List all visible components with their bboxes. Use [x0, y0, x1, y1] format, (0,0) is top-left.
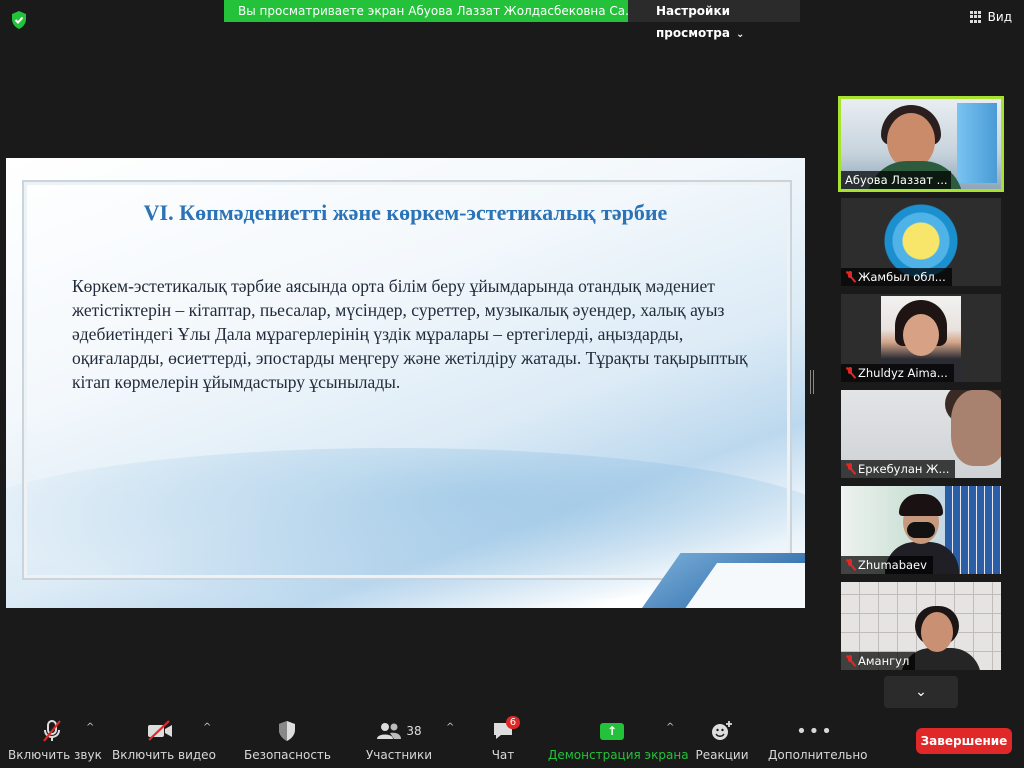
- security-label: Безопасность: [244, 748, 331, 762]
- view-options-button[interactable]: Настройки просмотра ⌄: [628, 0, 800, 40]
- participant-tile[interactable]: Еркебулан Ж...: [841, 390, 1001, 478]
- chat-unread-badge: 6: [505, 716, 521, 729]
- participant-name: Еркебулан Ж...: [858, 462, 950, 476]
- audio-options-caret-icon[interactable]: ^: [86, 722, 94, 733]
- chevron-down-icon: ⌄: [915, 684, 927, 700]
- slide-body-text: Көркем-эстетикалық тәрбие аясында орта б…: [72, 276, 748, 392]
- microphone-muted-icon: [43, 720, 61, 742]
- participant-name: Амангул: [858, 654, 910, 668]
- mic-muted-icon: [845, 655, 855, 667]
- start-video-label: Включить видео: [112, 748, 216, 762]
- mic-muted-icon: [845, 463, 855, 475]
- shared-screen: VI. Көпмәдениетті және көркем-эстетикалы…: [6, 158, 805, 608]
- gallery-scroll-down-button[interactable]: ⌄: [884, 676, 958, 708]
- chevron-down-icon: ⌄: [735, 29, 745, 40]
- smiley-add-icon: [712, 721, 732, 740]
- reactions-button[interactable]: Реакции: [694, 718, 750, 768]
- more-label: Дополнительно: [768, 748, 868, 762]
- participant-tile[interactable]: Zhumabaev: [841, 486, 1001, 574]
- camera-off-icon: [148, 720, 172, 741]
- grid-icon: [969, 11, 982, 23]
- shield-icon: [279, 721, 295, 741]
- start-video-button[interactable]: Включить видео: [112, 718, 216, 768]
- resize-handle[interactable]: [810, 370, 814, 394]
- participant-tile[interactable]: Амангул: [841, 582, 1001, 670]
- participants-label: Участники: [365, 748, 433, 762]
- slide-title: VI. Көпмәдениетті және көркем-эстетикалы…: [143, 200, 668, 225]
- participants-count: 38: [406, 724, 422, 738]
- viewing-screen-banner: Вы просматриваете экран Абуова Лаззат Жо…: [224, 0, 628, 22]
- shield-check-icon[interactable]: [10, 10, 28, 30]
- more-button[interactable]: ••• Дополнительно: [768, 718, 868, 768]
- share-screen-label: Демонстрация экрана: [548, 748, 689, 762]
- participant-tile-active-speaker[interactable]: Абуова Лаззат ...: [838, 96, 1004, 192]
- chat-button[interactable]: 6 Чат: [480, 716, 526, 768]
- end-meeting-button[interactable]: Завершение: [916, 728, 1012, 754]
- reactions-label: Реакции: [695, 748, 749, 762]
- share-screen-icon: ↑: [600, 722, 624, 740]
- participants-icon: [377, 723, 402, 739]
- participants-button[interactable]: 38 Участники: [364, 718, 434, 768]
- view-button-label: Вид: [987, 10, 1012, 24]
- participant-tile[interactable]: Жамбыл обл...: [841, 198, 1001, 286]
- meeting-toolbar: Включить звук ^ Включить видео ^ Безопас…: [0, 712, 1024, 768]
- top-bar: Вы просматриваете экран Абуова Лаззат Жо…: [0, 0, 1024, 40]
- mic-muted-icon: [845, 367, 855, 379]
- share-screen-button[interactable]: ↑ Демонстрация экрана: [548, 718, 689, 768]
- mic-muted-icon: [845, 271, 855, 283]
- security-button[interactable]: Безопасность: [244, 718, 331, 768]
- more-dots-icon: •••: [796, 720, 834, 742]
- chat-label: Чат: [491, 748, 515, 762]
- unmute-button[interactable]: Включить звук: [8, 718, 102, 768]
- participant-name: Zhumabaev: [858, 558, 927, 572]
- participant-name: Zhuldyz Aima...: [858, 366, 948, 380]
- share-options-caret-icon[interactable]: ^: [666, 722, 674, 733]
- view-options-label: Настройки просмотра: [656, 4, 731, 40]
- unmute-label: Включить звук: [8, 748, 102, 762]
- participants-options-caret-icon[interactable]: ^: [446, 722, 454, 733]
- mic-muted-icon: [845, 559, 855, 571]
- view-button[interactable]: Вид: [969, 10, 1012, 24]
- participant-name: Абуова Лаззат ...: [841, 171, 951, 189]
- participant-name: Жамбыл обл...: [858, 270, 946, 284]
- participant-tile[interactable]: Zhuldyz Aima...: [841, 294, 1001, 382]
- video-options-caret-icon[interactable]: ^: [203, 722, 211, 733]
